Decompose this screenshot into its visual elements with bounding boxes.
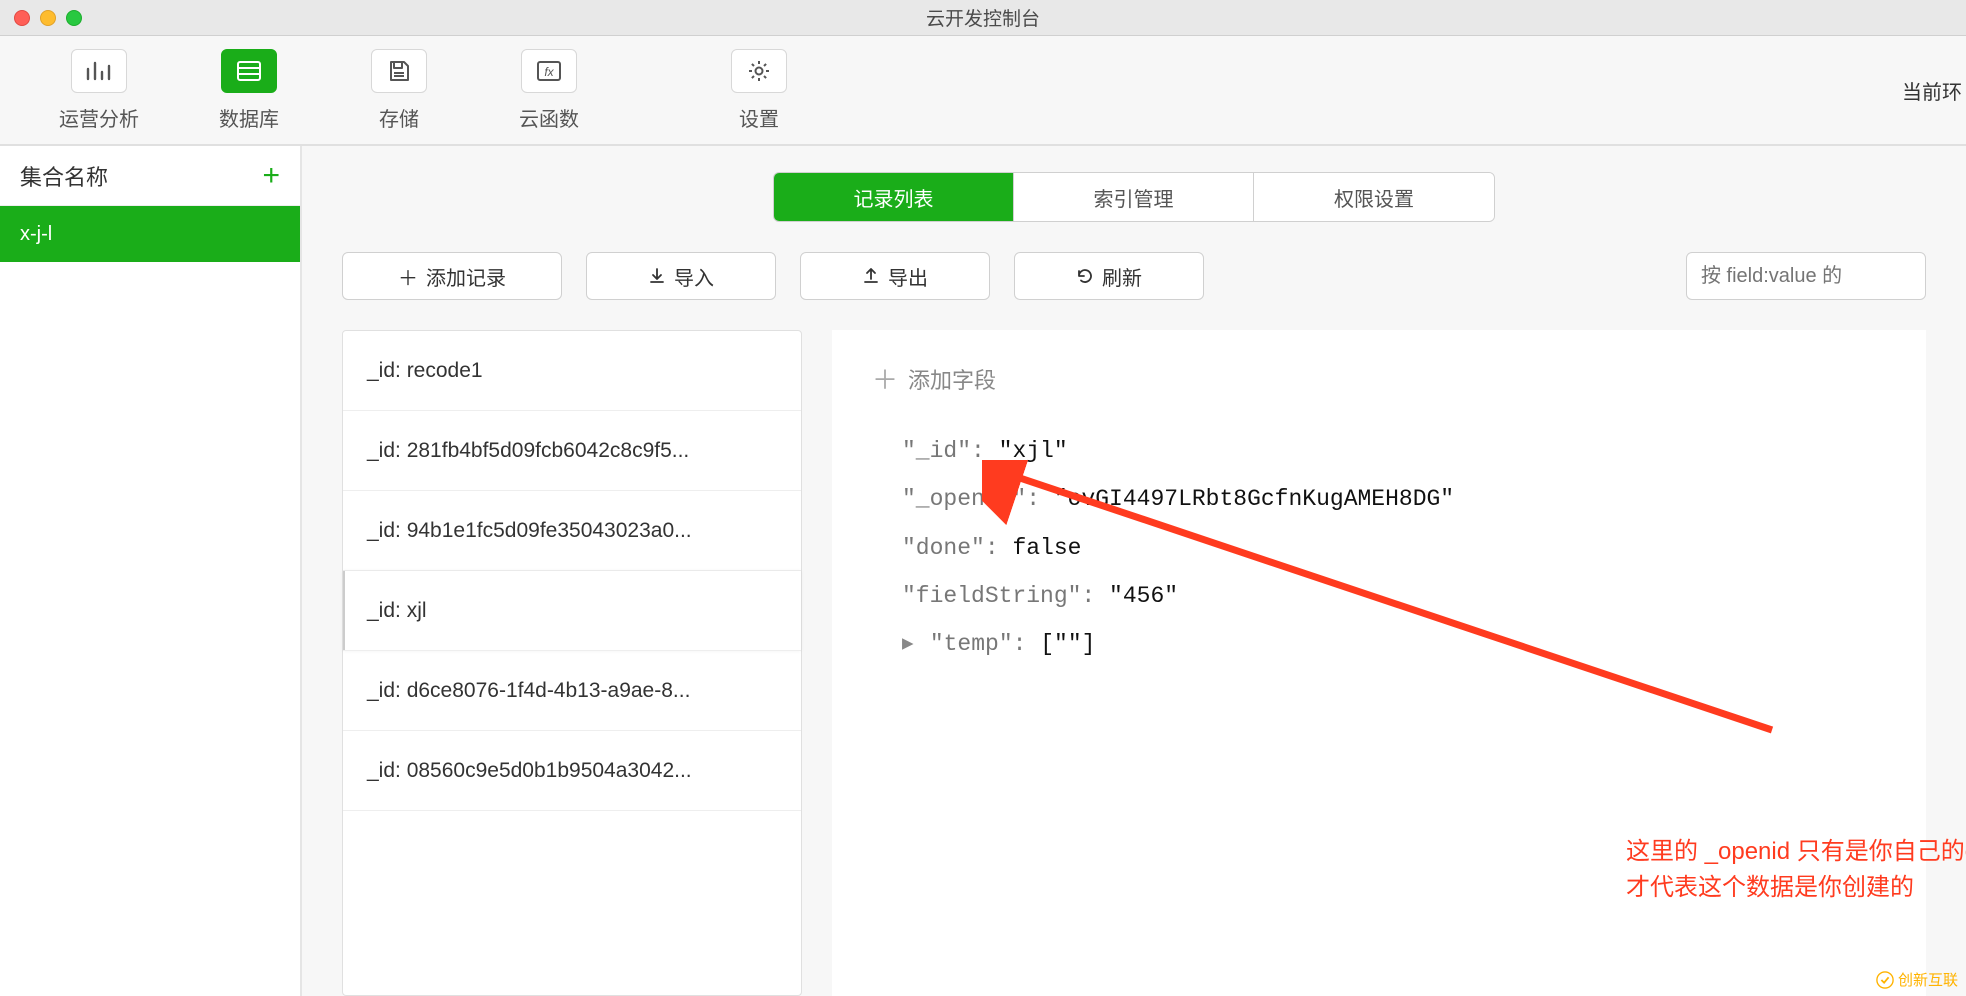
add-record-label: 添加记录 (426, 262, 506, 291)
refresh-label: 刷新 (1102, 262, 1142, 291)
download-icon (648, 267, 666, 285)
tabs: 记录列表 索引管理 权限设置 (302, 146, 1966, 222)
minimize-icon[interactable] (40, 10, 56, 26)
expand-icon[interactable]: ▸ (902, 620, 916, 668)
plus-icon: ＋ (872, 360, 898, 397)
search-input[interactable] (1701, 265, 1911, 288)
sidebar: 集合名称 + x-j-l (0, 146, 302, 996)
tab-permissions[interactable]: 权限设置 (1254, 173, 1494, 221)
nav-database-label: 数据库 (219, 103, 279, 132)
field-openid[interactable]: "_openid": "ovGI4497LRbt8GcfnKugAMEH8DG" (902, 475, 1886, 523)
tab-permissions-label: 权限设置 (1334, 183, 1414, 212)
watermark: 创新互联 (1876, 969, 1958, 990)
add-collection-icon[interactable]: + (262, 159, 280, 193)
nav-settings[interactable]: 设置 (684, 49, 834, 132)
refresh-button[interactable]: 刷新 (1014, 252, 1204, 300)
nav-settings-label: 设置 (739, 103, 779, 132)
field-fieldstring[interactable]: "fieldString": "456" (902, 572, 1886, 620)
record-item[interactable]: _id: 08560c9e5d0b1b9504a3042... (343, 731, 801, 811)
record-detail: ＋ 添加字段 "_id": "xjl" "_openid": "ovGI4497… (832, 330, 1926, 996)
record-item[interactable]: _id: recode1 (343, 331, 801, 411)
nav-functions[interactable]: fx 云函数 (474, 49, 624, 132)
export-label: 导出 (888, 262, 928, 291)
close-icon[interactable] (14, 10, 30, 26)
import-button[interactable]: 导入 (586, 252, 776, 300)
top-toolbar: 运营分析 数据库 存储 fx 云函数 设置 当前环 (0, 36, 1966, 146)
plus-icon: ＋ (398, 262, 418, 291)
nav-analytics[interactable]: 运营分析 (24, 49, 174, 132)
field-done[interactable]: "done": false (902, 524, 1886, 572)
search-box[interactable] (1686, 252, 1926, 300)
add-record-button[interactable]: ＋ 添加记录 (342, 252, 562, 300)
traffic-lights (0, 10, 82, 26)
titlebar: 云开发控制台 (0, 0, 1966, 36)
nav-database[interactable]: 数据库 (174, 49, 324, 132)
upload-icon (862, 267, 880, 285)
content: _id: recode1 _id: 281fb4bf5d09fcb6042c8c… (302, 320, 1966, 996)
record-item[interactable]: _id: 94b1e1fc5d09fe35043023a0... (343, 491, 801, 571)
window-title: 云开发控制台 (926, 4, 1040, 31)
body: 集合名称 + x-j-l 记录列表 索引管理 权限设置 ＋ 添加记录 导入 (0, 146, 1966, 996)
sidebar-title: 集合名称 (20, 160, 108, 192)
record-list: _id: recode1 _id: 281fb4bf5d09fcb6042c8c… (342, 330, 802, 996)
nav-storage-label: 存储 (379, 103, 419, 132)
env-label[interactable]: 当前环 (1902, 76, 1962, 105)
annotation-text: 这里的 _openid 只有是你自己的opened时，才代表这个数据是你创建的 (1626, 834, 1966, 906)
maximize-icon[interactable] (66, 10, 82, 26)
export-button[interactable]: 导出 (800, 252, 990, 300)
refresh-icon (1076, 267, 1094, 285)
nav-storage[interactable]: 存储 (324, 49, 474, 132)
save-icon (371, 49, 427, 93)
field-id[interactable]: "_id": "xjl" (902, 427, 1886, 475)
gear-icon (731, 49, 787, 93)
collection-item[interactable]: x-j-l (0, 206, 300, 262)
main: 记录列表 索引管理 权限设置 ＋ 添加记录 导入 导出 刷新 (302, 146, 1966, 996)
record-item[interactable]: _id: d6ce8076-1f4d-4b13-a9ae-8... (343, 651, 801, 731)
chart-icon (71, 49, 127, 93)
tab-records[interactable]: 记录列表 (774, 173, 1014, 221)
watermark-icon (1876, 971, 1894, 989)
field-temp[interactable]: ▸ "temp": [""] (902, 620, 1886, 668)
sidebar-header: 集合名称 + (0, 146, 300, 206)
nav-functions-label: 云函数 (519, 103, 579, 132)
database-icon (221, 49, 277, 93)
add-field-button[interactable]: ＋ 添加字段 (872, 360, 1886, 397)
collection-name: x-j-l (20, 223, 52, 246)
add-field-label: 添加字段 (908, 363, 996, 395)
svg-text:fx: fx (544, 65, 554, 79)
tab-indexes-label: 索引管理 (1094, 183, 1174, 212)
tab-indexes[interactable]: 索引管理 (1014, 173, 1254, 221)
import-label: 导入 (674, 262, 714, 291)
actionbar: ＋ 添加记录 导入 导出 刷新 (302, 222, 1966, 320)
function-icon: fx (521, 49, 577, 93)
tab-records-label: 记录列表 (854, 183, 934, 212)
watermark-text: 创新互联 (1898, 969, 1958, 990)
nav-analytics-label: 运营分析 (59, 103, 139, 132)
record-item[interactable]: _id: 281fb4bf5d09fcb6042c8c9f5... (343, 411, 801, 491)
record-item-selected[interactable]: _id: xjl (343, 571, 801, 651)
